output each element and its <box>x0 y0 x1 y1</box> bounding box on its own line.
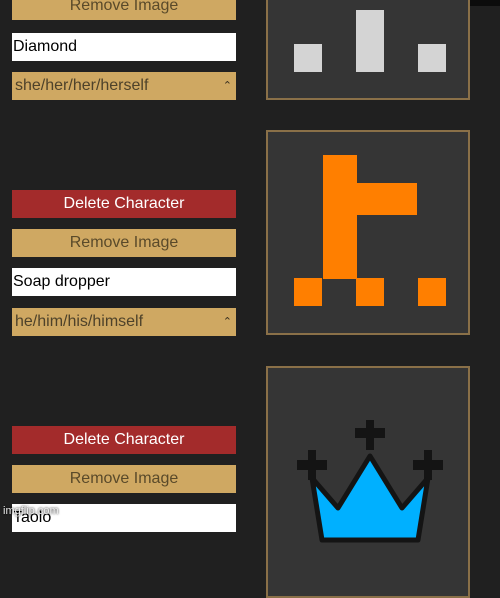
chevron-down-icon: ⌃ <box>222 316 232 328</box>
character-name-field[interactable]: Soap dropper <box>12 268 236 296</box>
chevron-down-icon: ⌃ <box>222 80 232 92</box>
pronoun-select[interactable]: she/her/her/herself ⌃ <box>12 72 236 100</box>
watermark: imgflip.com <box>3 505 59 517</box>
pronoun-select-value: he/him/his/himself <box>15 313 144 330</box>
pronoun-select[interactable]: he/him/his/himself ⌃ <box>12 308 236 336</box>
soap-dropper-pixel-icon <box>294 155 446 306</box>
character-portrait[interactable] <box>266 130 470 335</box>
character-portrait[interactable] <box>266 0 470 100</box>
character-portrait[interactable] <box>266 366 470 598</box>
pronoun-select-value: she/her/her/herself <box>15 77 149 94</box>
remove-image-button[interactable]: Remove Image <box>12 229 236 257</box>
delete-character-button[interactable]: Delete Character <box>12 190 236 218</box>
remove-image-button[interactable]: Remove Image <box>12 0 236 20</box>
delete-character-button[interactable]: Delete Character <box>12 426 236 454</box>
diamond-pixel-icon <box>294 10 446 72</box>
character-name-field[interactable]: Diamond <box>12 33 236 61</box>
remove-image-button[interactable]: Remove Image <box>12 465 236 493</box>
crown-icon <box>297 420 443 543</box>
